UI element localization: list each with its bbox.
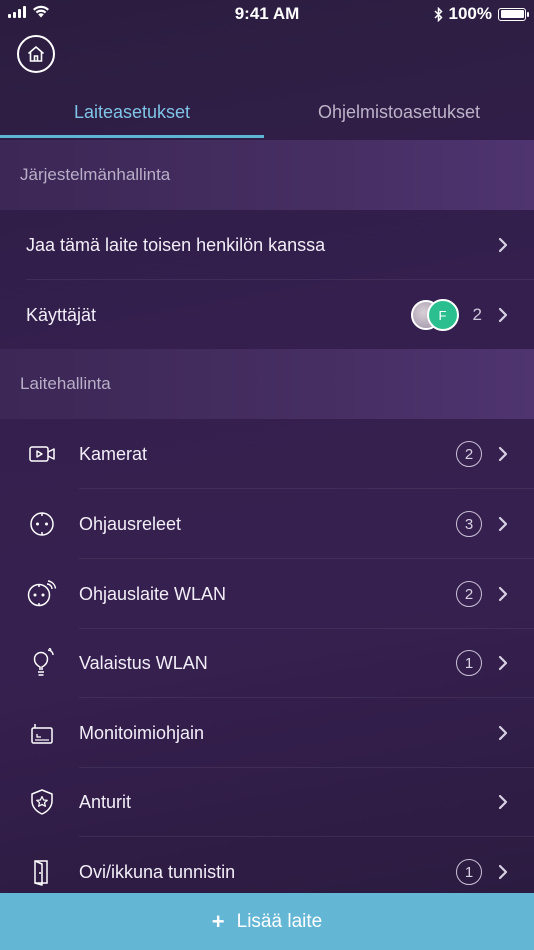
count-badge: 1 <box>456 650 482 676</box>
row-label: Kamerat <box>79 443 148 464</box>
chevron-right-icon <box>496 514 510 534</box>
add-device-label: Lisää laite <box>236 910 323 932</box>
chevron-right-icon <box>496 723 510 743</box>
count-badge: 2 <box>456 441 482 467</box>
avatar: F <box>426 299 459 331</box>
bluetooth-icon <box>433 6 443 22</box>
device-row-relays[interactable]: Ohjausreleet 3 <box>0 489 534 559</box>
users-row[interactable]: Käyttäjät F 2 <box>0 280 534 350</box>
battery-percentage: 100% <box>448 4 492 23</box>
user-avatars: F <box>410 299 459 331</box>
users-count: 2 <box>472 305 482 324</box>
row-label: Ovi/ikkuna tunnistin <box>79 861 236 882</box>
device-row-wlan-controller[interactable]: Ohjauslaite WLAN 2 <box>0 559 534 629</box>
device-row-sensors[interactable]: Anturit <box>0 767 534 837</box>
row-label: Monitoimiohjain <box>79 722 205 743</box>
chevron-right-icon <box>496 584 510 604</box>
battery-icon <box>498 7 529 21</box>
row-label: Ohjausreleet <box>79 513 182 534</box>
row-label: Ohjauslaite WLAN <box>79 583 227 604</box>
section-header-devices: Laitehallinta <box>0 349 534 419</box>
chevron-right-icon <box>496 792 510 812</box>
section-header-system: Järjestelmänhallinta <box>0 140 534 210</box>
chevron-right-icon <box>496 862 510 882</box>
device-row-cameras[interactable]: Kamerat 2 <box>0 419 534 489</box>
row-label: Jaa tämä laite toisen henkilön kanssa <box>26 234 326 255</box>
lightbulb-icon <box>26 647 58 679</box>
wlan-socket-icon <box>26 578 58 610</box>
chevron-right-icon <box>496 305 510 325</box>
status-right: 100% <box>433 4 529 24</box>
count-badge: 1 <box>456 859 482 885</box>
row-label: Käyttäjät <box>26 304 97 325</box>
status-bar: 9:41 AM 100% <box>0 0 534 28</box>
home-button[interactable] <box>17 35 55 73</box>
settings-tabs: Laiteasetukset Ohjelmistoasetukset <box>0 85 534 140</box>
section-title: Järjestelmänhallinta <box>20 165 171 184</box>
chevron-right-icon <box>496 444 510 464</box>
avatar-initial: F <box>438 307 447 323</box>
share-device-row[interactable]: Jaa tämä laite toisen henkilön kanssa <box>0 210 534 280</box>
chevron-right-icon <box>496 235 510 255</box>
sensor-shield-icon <box>26 786 58 818</box>
door-sensor-icon <box>26 856 58 888</box>
home-icon <box>27 46 45 62</box>
tab-device-settings[interactable]: Laiteasetukset <box>0 85 264 140</box>
row-label: Valaistus WLAN <box>79 652 208 673</box>
tab-software-settings[interactable]: Ohjelmistoasetukset <box>264 85 534 140</box>
add-device-button[interactable]: + Lisää laite <box>0 893 534 950</box>
count-badge: 2 <box>456 581 482 607</box>
camera-icon <box>26 438 58 470</box>
controller-icon <box>26 717 58 749</box>
count-badge: 3 <box>456 511 482 537</box>
plus-icon: + <box>211 908 225 934</box>
device-row-multi-controller[interactable]: Monitoimiohjain <box>0 698 534 768</box>
relay-socket-icon <box>26 508 58 540</box>
row-label: Anturit <box>79 791 132 812</box>
chevron-right-icon <box>496 653 510 673</box>
device-row-lighting-wlan[interactable]: Valaistus WLAN 1 <box>0 628 534 698</box>
section-title: Laitehallinta <box>20 374 111 393</box>
